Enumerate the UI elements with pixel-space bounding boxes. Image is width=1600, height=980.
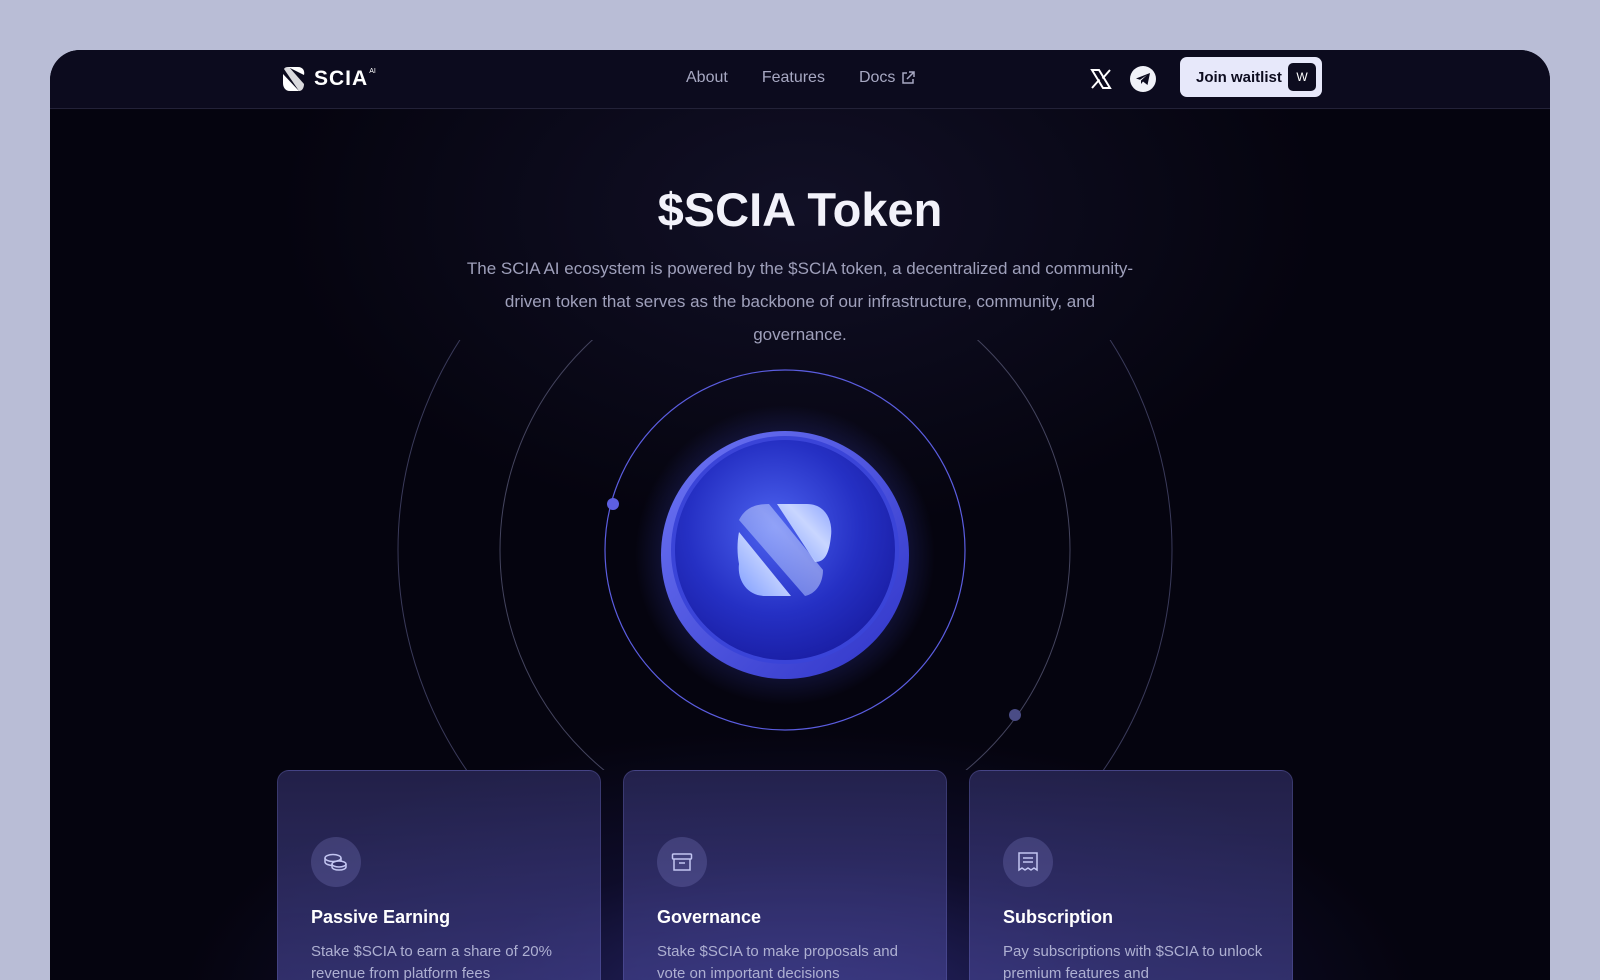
scia-logo-icon	[283, 67, 305, 91]
orbit-dot	[607, 498, 619, 510]
feature-title: Subscription	[1003, 907, 1114, 927]
telegram-icon[interactable]	[1130, 66, 1156, 92]
shortcut-key-badge: W	[1288, 63, 1316, 91]
feature-text: Stake $SCIA to earn a share of 20% reven…	[311, 943, 552, 980]
feature-card-governance: Governance Stake $SCIA to make proposals…	[623, 770, 947, 980]
feature-text: Stake $SCIA to make proposals and vote o…	[657, 943, 898, 980]
join-waitlist-label: Join waitlist	[1196, 68, 1282, 86]
feature-card-subscription: Subscription Pay subscriptions with $SCI…	[969, 770, 1293, 980]
page-title: $SCIA Token	[657, 183, 943, 236]
nav-link-docs-label: Docs	[858, 69, 896, 86]
archive-icon	[657, 837, 707, 887]
feature-title: Governance	[657, 907, 762, 927]
hero-description: The SCIA AI ecosystem is powered by the …	[466, 259, 1134, 344]
x-icon[interactable]	[1088, 66, 1114, 92]
app-window: SCIA AI About Features Docs Join waitlis…	[50, 50, 1550, 980]
nav-link-docs[interactable]: Docs	[858, 69, 916, 87]
orbit-dot	[1009, 709, 1021, 721]
coins-icon	[311, 837, 361, 887]
receipt-icon	[1003, 837, 1053, 887]
feature-card-passive-earning: Passive Earning Stake $SCIA to earn a sh…	[277, 770, 601, 980]
brand-logo[interactable]: SCIA AI	[282, 66, 376, 92]
join-waitlist-button[interactable]: Join waitlist W	[1180, 57, 1322, 97]
external-link-icon	[902, 71, 916, 84]
feature-title: Passive Earning	[311, 907, 451, 927]
brand-superscript: AI	[369, 67, 376, 75]
top-navbar: SCIA AI About Features Docs Join waitlis…	[50, 50, 1550, 109]
brand-name: SCIA	[314, 67, 369, 90]
nav-links: About Features Docs	[686, 69, 916, 87]
nav-link-features[interactable]: Features	[762, 69, 825, 87]
feature-text: Pay subscriptions with $SCIA to unlock p…	[1003, 943, 1263, 980]
nav-link-about[interactable]: About	[686, 69, 728, 87]
